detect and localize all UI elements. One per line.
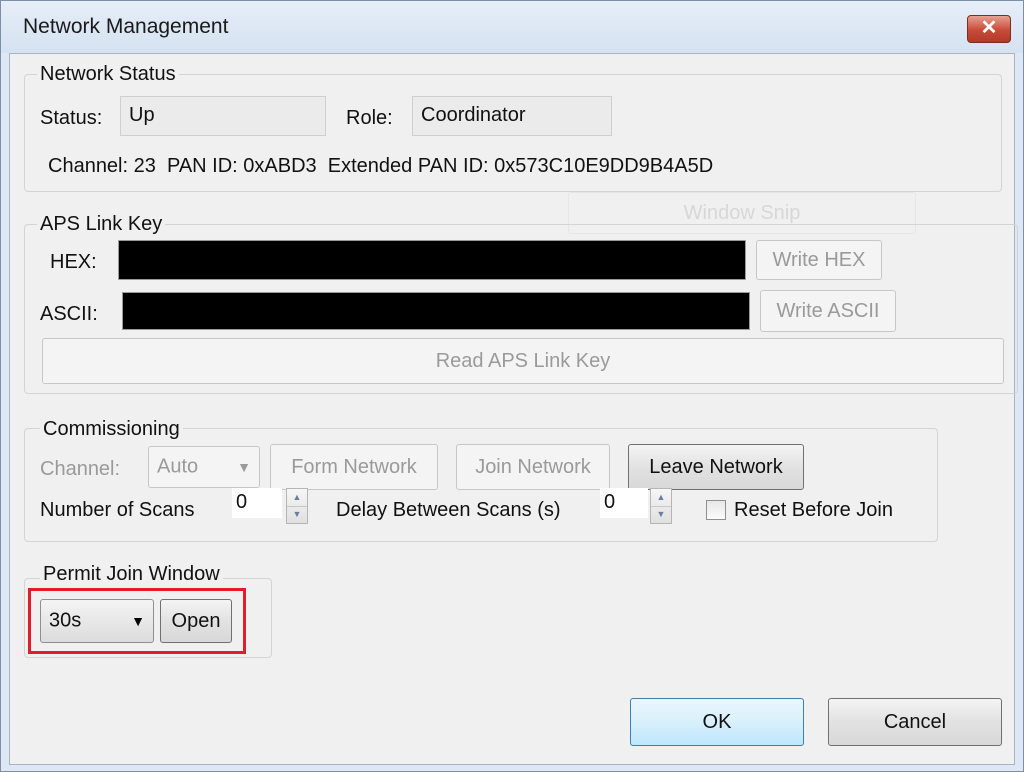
aps-link-key-legend: APS Link Key [37, 212, 166, 236]
permit-join-legend: Permit Join Window [40, 562, 223, 586]
window-snip-ghost-label: Window Snip [683, 202, 801, 224]
close-icon: ✕ [980, 17, 998, 39]
dialog-client-area: Network Status Status: Up Role: Coordina… [9, 53, 1018, 765]
status-value-field: Up [120, 96, 326, 136]
read-aps-link-key-button[interactable]: Read APS Link Key [42, 338, 1004, 384]
delay-between-scans-label: Delay Between Scans (s) [336, 499, 561, 521]
ok-button[interactable]: OK [630, 698, 804, 746]
channel-dropdown-value: Auto [157, 455, 199, 478]
hex-key-field-masked[interactable] [118, 240, 746, 280]
spin-up-icon[interactable]: ▲ [287, 489, 307, 507]
network-management-window: Network Management ✕ Network Status Stat… [0, 0, 1024, 772]
close-button[interactable]: ✕ [967, 15, 1011, 43]
write-hex-button[interactable]: Write HEX [756, 240, 882, 280]
spin-up-icon[interactable]: ▲ [651, 489, 671, 507]
ascii-label: ASCII: [40, 303, 98, 325]
hex-label: HEX: [50, 251, 97, 273]
number-of-scans-input[interactable]: 0 [232, 488, 282, 518]
delay-between-scans-stepper[interactable]: ▲ ▼ [650, 488, 672, 524]
write-ascii-button[interactable]: Write ASCII [760, 290, 896, 332]
title-bar: Network Management ✕ [1, 1, 1023, 53]
join-network-button[interactable]: Join Network [456, 444, 610, 490]
write-ascii-label: Write ASCII [776, 300, 880, 322]
form-network-label: Form Network [291, 456, 417, 478]
spin-down-icon[interactable]: ▼ [651, 506, 671, 523]
commissioning-legend: Commissioning [40, 417, 183, 441]
cancel-label: Cancel [883, 711, 947, 733]
join-network-label: Join Network [475, 456, 591, 478]
spin-down-icon[interactable]: ▼ [287, 506, 307, 523]
permit-join-highlight-box [28, 588, 246, 654]
write-hex-label: Write HEX [772, 249, 866, 271]
network-status-legend: Network Status [37, 62, 179, 86]
status-label: Status: [40, 107, 103, 129]
delay-between-scans-input[interactable]: 0 [600, 488, 648, 518]
leave-network-label: Leave Network [649, 456, 783, 478]
channel-dropdown[interactable]: Auto ▼ [148, 446, 260, 488]
chevron-down-icon: ▼ [237, 459, 251, 475]
form-network-button[interactable]: Form Network [270, 444, 438, 490]
network-info-line: Channel: 23 PAN ID: 0xABD3 Extended PAN … [48, 155, 714, 177]
number-of-scans-label: Number of Scans [40, 499, 195, 521]
ascii-key-field-masked[interactable] [122, 292, 750, 330]
read-aps-link-key-label: Read APS Link Key [435, 350, 611, 372]
cancel-button[interactable]: Cancel [828, 698, 1002, 746]
channel-label: Channel: [40, 458, 121, 480]
number-of-scans-stepper[interactable]: ▲ ▼ [286, 488, 308, 524]
leave-network-button[interactable]: Leave Network [628, 444, 804, 490]
role-value-field: Coordinator [412, 96, 612, 136]
ok-label: OK [702, 711, 732, 733]
reset-before-join-label: Reset Before Join [734, 499, 893, 521]
window-title: Network Management [23, 15, 229, 38]
role-label: Role: [346, 107, 393, 129]
reset-before-join-checkbox[interactable] [706, 500, 726, 520]
